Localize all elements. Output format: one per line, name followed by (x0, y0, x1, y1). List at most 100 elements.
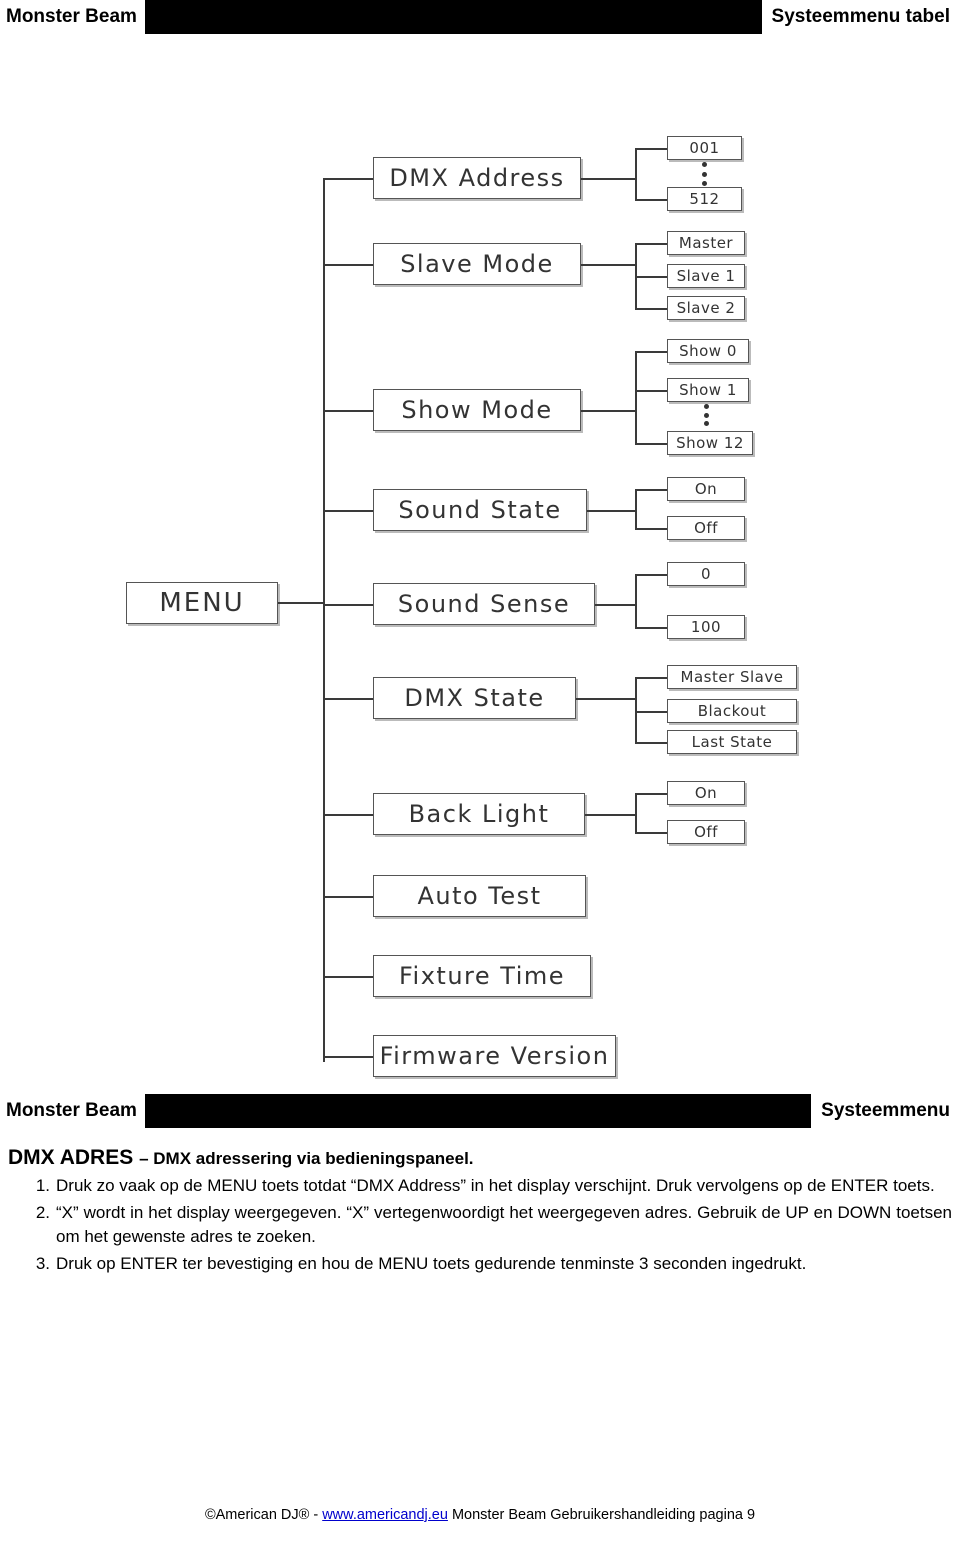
connector-item-2-opt-1 (635, 390, 667, 392)
connector-item-9 (323, 1056, 373, 1058)
diagram-canvas: MENU DMX Address 001 512 Slave Mode Mast… (0, 34, 960, 1094)
connector-item-2 (323, 410, 373, 412)
list-item-number: 2. (35, 1202, 50, 1222)
diagram-node-sound-state: Sound State (373, 489, 587, 531)
diagram-option-blackout: Blackout (667, 699, 797, 723)
connector-item-5-branch (635, 677, 637, 743)
diagram-option-show-1: Show 1 (667, 378, 749, 402)
list-item-text: “X” wordt in het display weergegeven. “X… (56, 1202, 952, 1247)
diagram-option-512: 512 (667, 187, 742, 211)
list-item: 1. Druk zo vaak op de MENU toets totdat … (8, 1174, 952, 1199)
connector-item-4 (323, 604, 373, 606)
connector-item-3 (323, 510, 373, 512)
diagram-option-slave-2: Slave 2 (667, 296, 745, 320)
connector-item-1-right (581, 264, 636, 266)
connector-item-6-right (585, 814, 636, 816)
list-item: 2. “X” wordt in het display weergegeven.… (8, 1201, 952, 1250)
list-item: 3. Druk op ENTER ter bevestiging en hou … (8, 1252, 952, 1277)
ellipsis-dots-icon-0 (701, 162, 707, 186)
diagram-option-master-slave: Master Slave (667, 665, 797, 689)
diagram-node-dmx-state: DMX State (373, 677, 576, 719)
footer-copyright: ©American DJ® - (204, 1507, 323, 1523)
list-item-number: 3. (35, 1253, 50, 1273)
connector-item-2-opt-2 (635, 443, 667, 445)
section-title: DMX ADRES – DMX adressering via bedienin… (8, 1146, 952, 1170)
top-header-bar: Monster Beam Systeemmenu tabel (0, 0, 960, 34)
diagram-option-slave-1: Slave 1 (667, 264, 745, 288)
connector-item-2-branch (635, 351, 637, 444)
connector-item-6-branch (635, 793, 637, 833)
list-item-number: 1. (35, 1176, 50, 1195)
connector-item-5-opt-2 (635, 742, 667, 744)
connector-item-6-opt-0 (635, 793, 667, 795)
connector-item-1-opt-2 (635, 308, 667, 310)
diagram-node-menu: MENU (126, 582, 278, 624)
connector-item-3-opt-1 (635, 528, 667, 530)
diagram-option-last-state: Last State (667, 730, 797, 754)
footer-page-info: Monster Beam Gebruikershandleiding pagin… (447, 1507, 756, 1523)
section-title-main: DMX ADRES (8, 1146, 134, 1169)
diagram-node-sound-sense: Sound Sense (373, 583, 595, 625)
connector-item-4-opt-1 (635, 627, 667, 629)
diagram-node-firmware-version: Firmware Version (373, 1035, 616, 1077)
footer-website-link[interactable]: www.americandj.eu (322, 1507, 448, 1523)
top-header-right-title: Systeemmenu tabel (761, 0, 960, 34)
list-item-text: Druk op ENTER ter bevestiging en hou de … (56, 1253, 807, 1273)
connector-item-1 (323, 264, 373, 266)
bottom-header-left-title: Monster Beam (0, 1094, 145, 1128)
list-item-text: Druk zo vaak op de MENU toets totdat “DM… (56, 1176, 935, 1195)
diagram-node-dmx-address: DMX Address (373, 157, 581, 199)
connector-item-3-right (587, 510, 636, 512)
connector-item-8 (323, 976, 373, 978)
connector-item-5-right (576, 698, 636, 700)
diagram-option-backlight-off: Off (667, 820, 745, 844)
diagram-option-master: Master (667, 231, 745, 255)
diagram-option-001: 001 (667, 136, 742, 160)
connector-item-0-opt-1 (635, 199, 667, 201)
connector-item-5 (323, 698, 373, 700)
diagram-option-sound-off: Off (667, 516, 745, 540)
diagram-node-show-mode: Show Mode (373, 389, 581, 431)
diagram-option-backlight-on: On (667, 781, 745, 805)
bottom-header-bar: Monster Beam Systeemmenu (0, 1094, 960, 1128)
page-footer: ©American DJ® - www.americandj.eu Monste… (0, 1507, 960, 1523)
diagram-node-auto-test: Auto Test (373, 875, 586, 917)
connector-item-3-opt-0 (635, 489, 667, 491)
connector-item-0-opt-0 (635, 148, 667, 150)
connector-item-1-opt-1 (635, 276, 667, 278)
connector-item-5-opt-0 (635, 677, 667, 679)
bottom-header-right-title: Systeemmenu (811, 1094, 960, 1128)
top-header-spacer (145, 0, 762, 34)
connector-root-horizontal (278, 602, 324, 604)
diagram-option-sense-100: 100 (667, 615, 745, 639)
ellipsis-dots-icon-2 (703, 404, 709, 426)
connector-item-0-right (581, 178, 636, 180)
connector-item-5-opt-1 (635, 711, 667, 713)
section-title-sub: – DMX adressering via bedieningspaneel. (139, 1149, 474, 1168)
top-header-left-title: Monster Beam (0, 0, 145, 34)
diagram-option-show-0: Show 0 (667, 339, 749, 363)
connector-item-0-branch (635, 148, 637, 200)
diagram-node-slave-mode: Slave Mode (373, 243, 581, 285)
connector-item-2-right (581, 410, 636, 412)
connector-item-6-opt-1 (635, 832, 667, 834)
connector-item-6 (323, 814, 373, 816)
connector-item-4-right (595, 604, 636, 606)
connector-item-7 (323, 896, 373, 898)
diagram-option-sense-0: 0 (667, 562, 745, 586)
connector-item-4-opt-0 (635, 574, 667, 576)
connector-item-3-branch (635, 489, 637, 529)
connector-item-4-branch (635, 574, 637, 628)
instruction-list: 1. Druk zo vaak op de MENU toets totdat … (8, 1174, 952, 1277)
connector-item-1-opt-0 (635, 243, 667, 245)
diagram-option-sound-on: On (667, 477, 745, 501)
diagram-option-show-12: Show 12 (667, 431, 753, 455)
diagram-node-fixture-time: Fixture Time (373, 955, 591, 997)
connector-item-2-opt-0 (635, 351, 667, 353)
diagram-node-back-light: Back Light (373, 793, 585, 835)
bottom-header-spacer (145, 1094, 811, 1128)
system-menu-diagram: MENU DMX Address 001 512 Slave Mode Mast… (0, 34, 960, 1094)
connector-main-spine (323, 178, 325, 1062)
connector-item-0 (323, 178, 373, 180)
section-content: DMX ADRES – DMX adressering via bedienin… (0, 1128, 960, 1277)
